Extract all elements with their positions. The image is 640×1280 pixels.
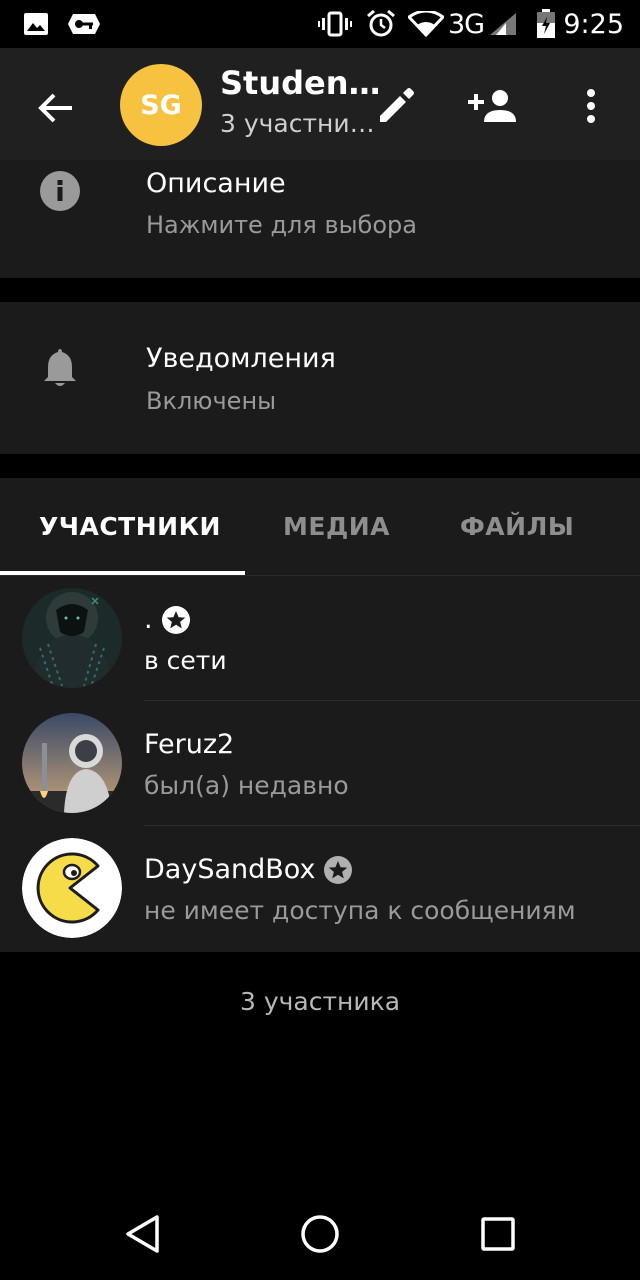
profile-tabs: УЧАСТНИКИ МЕДИА ФАЙЛЫ	[0, 478, 640, 576]
group-subtitle: 3 участни…	[220, 109, 375, 138]
avatar[interactable]	[22, 713, 122, 813]
notifications-value: Включены	[146, 387, 277, 415]
admin-star-icon	[161, 606, 190, 634]
nav-back-button[interactable]	[120, 1212, 164, 1256]
member-name: DaySandBox	[144, 854, 316, 885]
list-item[interactable]: Feruz2 был(а) недавно	[0, 701, 640, 826]
pencil-icon	[380, 88, 414, 122]
member-name-row: DaySandBox	[144, 852, 353, 888]
system-nav-bar	[0, 1184, 640, 1280]
square-recents-icon	[481, 1217, 515, 1251]
info-icon	[40, 171, 80, 211]
active-tab-indicator	[0, 571, 245, 575]
network-type-label: 3G	[448, 9, 485, 40]
member-name: .	[144, 604, 153, 635]
bell-icon	[40, 347, 80, 387]
admin-star-icon	[324, 856, 353, 884]
member-status: не имеет доступа к сообщениям	[144, 896, 576, 925]
circle-home-icon	[301, 1215, 339, 1253]
edit-button[interactable]	[368, 78, 424, 134]
description-label: Описание	[146, 168, 286, 199]
list-item[interactable]: . в сети	[0, 576, 640, 701]
member-name-row: Feruz2	[144, 727, 234, 763]
vibrate-icon	[318, 10, 352, 38]
wifi-icon	[408, 10, 444, 38]
avatar[interactable]	[22, 838, 122, 938]
tab-media[interactable]: МЕДИА	[283, 512, 390, 542]
group-avatar-initials: SG	[140, 89, 182, 121]
member-status: был(а) недавно	[144, 771, 349, 800]
list-item[interactable]: DaySandBox не имеет доступа к сообщениям	[0, 826, 640, 951]
nav-home-button[interactable]	[298, 1212, 342, 1256]
clock: 9:25	[563, 9, 624, 40]
member-name-row: .	[144, 602, 191, 638]
battery-icon	[536, 9, 556, 38]
add-member-button[interactable]	[462, 78, 524, 134]
tab-members[interactable]: УЧАСТНИКИ	[39, 512, 221, 542]
vpn-key-icon	[66, 10, 102, 38]
description-row[interactable]: Описание Нажмите для выбора	[0, 160, 640, 278]
members-count: 3 участника	[239, 987, 401, 1016]
member-name: Feruz2	[144, 729, 235, 760]
group-title[interactable]: Studen…	[220, 64, 381, 102]
nav-recents-button[interactable]	[476, 1212, 520, 1256]
tab-files[interactable]: ФАЙЛЫ	[460, 512, 574, 542]
more-options-button[interactable]	[566, 78, 616, 134]
alarm-icon	[366, 10, 396, 38]
members-list: . в сети Feruz2 был(а) недавно DaySandBo…	[0, 576, 640, 952]
triangle-back-icon	[126, 1215, 159, 1253]
group-avatar[interactable]: SG	[120, 64, 202, 146]
description-hint: Нажмите для выбора	[146, 211, 417, 239]
person-add-icon	[468, 90, 516, 122]
status-bar: 3G 9:25	[0, 0, 640, 48]
avatar[interactable]	[22, 588, 122, 688]
back-button[interactable]	[28, 80, 84, 136]
notifications-label: Уведомления	[146, 343, 336, 374]
arrow-back-icon	[38, 93, 72, 123]
member-status: в сети	[144, 646, 227, 675]
notifications-row[interactable]: Уведомления Включены	[0, 302, 640, 454]
more-vert-icon	[587, 89, 595, 123]
image-icon	[22, 10, 50, 38]
chat-header: SG Studen… 3 участни…	[0, 48, 640, 160]
signal-icon	[488, 10, 518, 38]
